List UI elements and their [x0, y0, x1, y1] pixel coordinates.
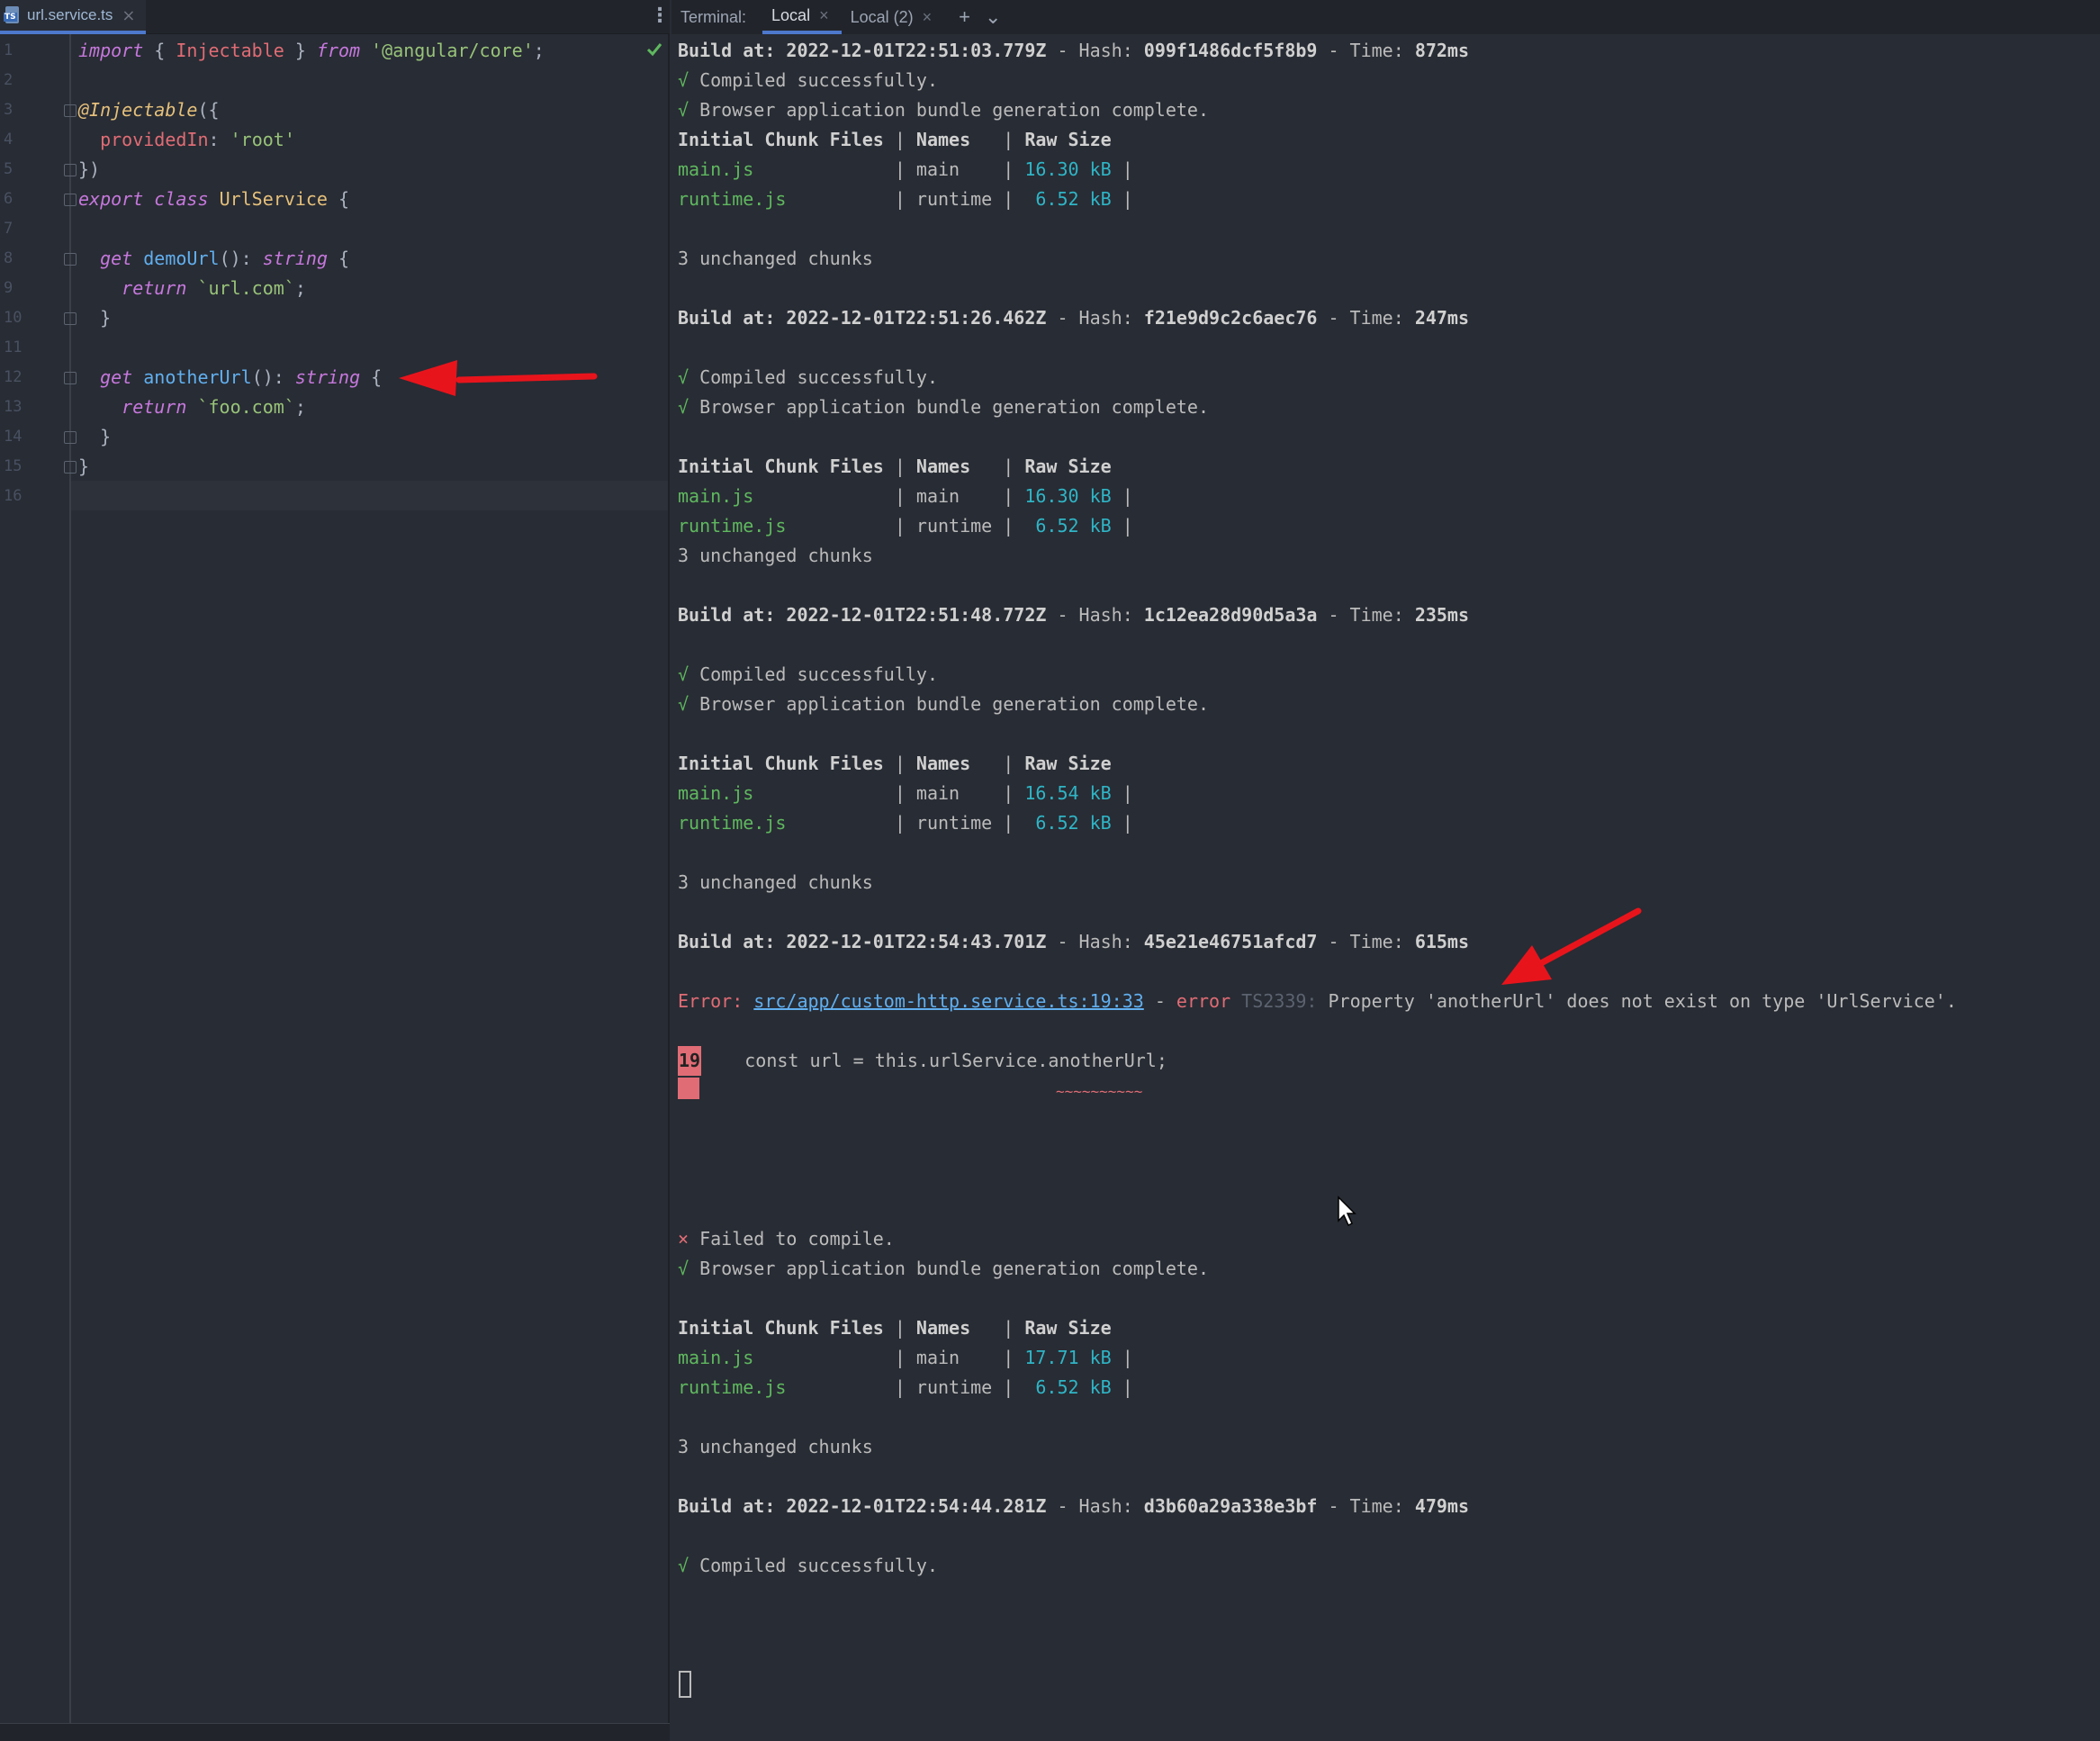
- terminal-tab-bar: Terminal: Local × Local (2) × + ⌄: [671, 0, 2100, 34]
- bundle-line: √ Browser application bundle generation …: [678, 693, 1210, 715]
- close-tab-icon[interactable]: ×: [819, 6, 829, 25]
- terminal-cursor[interactable]: [679, 1671, 691, 1698]
- terminal-tab-local[interactable]: Local ×: [762, 0, 842, 34]
- compiled-line: √ Compiled successfully.: [678, 1555, 938, 1576]
- editor-tab-bar: TS url.service.ts × ⋮: [0, 0, 670, 34]
- unchanged-chunks-line: 3 unchanged chunks: [678, 248, 873, 269]
- line-number: 2: [4, 71, 14, 89]
- editor-pane[interactable]: TS url.service.ts × ⋮ 1 2 3 4 5 6 7 8 9 …: [0, 0, 670, 1741]
- editor-horizontal-scrollbar[interactable]: [0, 1723, 670, 1741]
- chunk-row-runtime: runtime.js | runtime | 6.52 kB |: [678, 812, 1133, 834]
- gutter-divider: [69, 34, 71, 1723]
- editor-tab-title: url.service.ts: [27, 6, 113, 23]
- chunk-table-header: Initial Chunk Files | Names | Raw Size: [678, 456, 1112, 477]
- bundle-line: √ Browser application bundle generation …: [678, 1258, 1210, 1279]
- line-number: 9: [4, 279, 14, 297]
- fold-marker-icon[interactable]: [64, 164, 77, 176]
- line-number: 3: [4, 101, 14, 119]
- terminal-tab-label: Local: [771, 5, 811, 24]
- code-line-8[interactable]: get demoUrl(): string {: [78, 244, 349, 274]
- fold-marker-icon[interactable]: [64, 461, 77, 474]
- chunk-row-runtime: runtime.js | runtime | 6.52 kB |: [678, 1376, 1133, 1398]
- failed-line: × Failed to compile.: [678, 1228, 895, 1249]
- compiled-line: √ Compiled successfully.: [678, 366, 938, 388]
- editor-tab-url-service[interactable]: TS url.service.ts ×: [0, 0, 146, 34]
- fold-marker-icon[interactable]: [64, 372, 77, 384]
- terminal-tab-local-2[interactable]: Local (2) ×: [842, 0, 945, 34]
- build-info-line: Build at: 2022-12-01T22:51:26.462Z - Has…: [678, 307, 1470, 329]
- close-tab-icon[interactable]: ×: [122, 6, 135, 25]
- unchanged-chunks-line: 3 unchanged chunks: [678, 871, 873, 893]
- error-source-line: 19 const url = this.urlService.anotherUr…: [678, 1046, 1167, 1076]
- line-number: 10: [4, 309, 23, 327]
- terminal-label: Terminal:: [680, 7, 747, 26]
- build-info-line: Build at: 2022-12-01T22:51:48.772Z - Has…: [678, 604, 1470, 626]
- line-number: 16: [4, 487, 23, 505]
- code-line-9[interactable]: return `url.com`;: [78, 274, 306, 303]
- line-number: 11: [4, 338, 23, 356]
- chunk-row-runtime: runtime.js | runtime | 6.52 kB |: [678, 188, 1133, 210]
- bundle-line: √ Browser application bundle generation …: [678, 396, 1210, 418]
- line-number: 7: [4, 220, 14, 238]
- error-file-link[interactable]: src/app/custom-http.service.ts:19:33: [753, 990, 1143, 1012]
- line-number: 4: [4, 131, 14, 149]
- chunk-table-header: Initial Chunk Files | Names | Raw Size: [678, 1317, 1112, 1339]
- compiled-line: √ Compiled successfully.: [678, 663, 938, 685]
- code-line-5[interactable]: }): [78, 155, 100, 185]
- unchanged-chunks-line: 3 unchanged chunks: [678, 545, 873, 566]
- line-number: 13: [4, 398, 23, 416]
- line-number: 14: [4, 428, 23, 446]
- line-number: 6: [4, 190, 14, 208]
- code-line-13[interactable]: return `foo.com`;: [78, 392, 306, 422]
- error-squiggle: ~~~~~~~~~~: [1056, 1083, 1143, 1100]
- compiled-line: √ Compiled successfully.: [678, 69, 938, 91]
- no-problems-check-icon: [646, 43, 662, 57]
- new-terminal-plus-icon[interactable]: +: [959, 5, 970, 29]
- line-number: 5: [4, 160, 14, 178]
- error-marker: [678, 1078, 699, 1099]
- chevron-down-icon[interactable]: ⌄: [985, 5, 1001, 29]
- chunk-row-main: main.js | main | 16.54 kB |: [678, 782, 1133, 804]
- terminal-pane[interactable]: Terminal: Local × Local (2) × + ⌄ Build …: [671, 0, 2100, 1741]
- code-line-3[interactable]: @Injectable({: [78, 95, 220, 125]
- line-number: 8: [4, 249, 14, 267]
- code-line-1[interactable]: import { Injectable } from '@angular/cor…: [78, 36, 545, 66]
- build-info-line: Build at: 2022-12-01T22:54:43.701Z - Has…: [678, 931, 1470, 952]
- line-number: 15: [4, 457, 23, 475]
- bundle-line: √ Browser application bundle generation …: [678, 99, 1210, 121]
- build-info-line: Build at: 2022-12-01T22:54:44.281Z - Has…: [678, 1495, 1470, 1517]
- error-line: Error: src/app/custom-http.service.ts:19…: [678, 990, 1957, 1012]
- fold-marker-icon[interactable]: [64, 431, 77, 444]
- fold-marker-icon[interactable]: [64, 194, 77, 206]
- code-line-12[interactable]: get anotherUrl(): string {: [78, 363, 382, 392]
- code-line-6[interactable]: export class UrlService {: [78, 185, 349, 214]
- more-options-icon[interactable]: ⋮: [650, 5, 670, 27]
- code-line-10[interactable]: }: [78, 303, 111, 333]
- fold-marker-icon[interactable]: [64, 312, 77, 325]
- chunk-table-header: Initial Chunk Files | Names | Raw Size: [678, 753, 1112, 774]
- chunk-table-header: Initial Chunk Files | Names | Raw Size: [678, 129, 1112, 150]
- code-line-4[interactable]: providedIn: 'root': [78, 125, 295, 155]
- build-info-line: Build at: 2022-12-01T22:51:03.779Z - Has…: [678, 40, 1470, 61]
- chunk-row-runtime: runtime.js | runtime | 6.52 kB |: [678, 515, 1133, 537]
- fold-marker-icon[interactable]: [64, 253, 77, 266]
- line-number: 1: [4, 41, 14, 59]
- line-number: 12: [4, 368, 23, 386]
- fold-marker-icon[interactable]: [64, 104, 77, 117]
- chunk-row-main: main.js | main | 16.30 kB |: [678, 485, 1133, 507]
- typescript-file-icon: TS: [4, 5, 22, 25]
- unchanged-chunks-line: 3 unchanged chunks: [678, 1436, 873, 1457]
- code-line-14[interactable]: }: [78, 422, 111, 452]
- close-tab-icon[interactable]: ×: [923, 8, 933, 27]
- code-line-15[interactable]: }: [78, 452, 89, 482]
- chunk-row-main: main.js | main | 17.71 kB |: [678, 1347, 1133, 1368]
- current-line-highlight: [71, 481, 668, 510]
- terminal-tab-label: Local (2): [850, 7, 914, 26]
- chunk-row-main: main.js | main | 16.30 kB |: [678, 158, 1133, 180]
